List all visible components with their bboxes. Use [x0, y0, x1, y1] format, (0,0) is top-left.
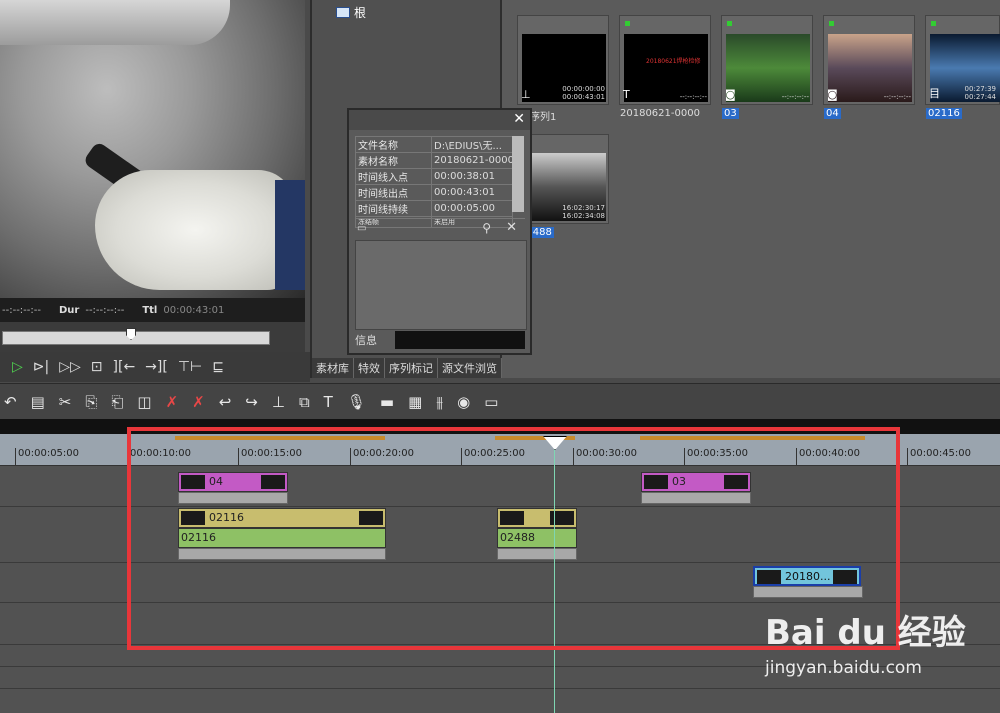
clip-tc: 00:00:00:00 00:00:43:01	[562, 85, 605, 101]
timecode-bar: --:--:--:-- Dur --:--:--:-- Ttl 00:00:43…	[0, 298, 305, 322]
add-marker-icon[interactable]: ⊥	[272, 393, 285, 411]
camera-icon: ◙	[827, 88, 838, 101]
info-footer-bar	[395, 331, 525, 349]
clip-thumb	[726, 34, 810, 102]
fast-forward-icon[interactable]: ▷▷	[59, 359, 81, 375]
clip-thumb: 20180621焊枪检修	[624, 34, 708, 102]
info-row: 时间线出点 00:00:43:01	[355, 184, 513, 201]
bin-clip-title[interactable]: 20180621焊枪检修 T --:--:--:--	[619, 15, 711, 105]
bin-clip-name: 序列1	[530, 112, 557, 123]
sequence-icon: ⊥	[521, 88, 531, 101]
clip-tc: --:--:--:--	[781, 93, 809, 101]
clip-tc: --:--:--:--	[679, 93, 707, 101]
preview-monitor	[0, 0, 305, 298]
ruler-label: 00:00:45:00	[910, 448, 972, 459]
scrub-bar[interactable]	[0, 322, 305, 352]
color-icon[interactable]: ◉	[457, 393, 470, 411]
track-icon[interactable]: ▬	[380, 393, 394, 411]
ttl-value: 00:00:43:01	[163, 304, 225, 316]
status-dot	[931, 21, 936, 26]
set-in-icon[interactable]: ][←	[113, 359, 136, 375]
close-icon[interactable]: ✕	[513, 111, 525, 127]
film-icon: 目	[929, 87, 940, 100]
transport-controls: ▷ ⊳| ▷▷ ⊡ ][← →][ ⊤⊢ ⊑	[0, 352, 310, 382]
paste-icon[interactable]: ⎗	[111, 393, 123, 411]
replace-icon[interactable]: ◫	[137, 393, 151, 411]
info-dialog: ✕ 文件名称 D:\EDIUS\无... 素材名称 20180621-0000 时间…	[347, 108, 532, 355]
info-toolbar: ▭ ⚲ ✕	[355, 218, 525, 240]
delete-icon[interactable]: ✕	[506, 220, 517, 235]
info-row: 素材名称 20180621-0000	[355, 152, 513, 169]
clip-tc: --:--:--:--	[883, 93, 911, 101]
play-icon[interactable]: ▷	[12, 359, 23, 375]
timeline-toolbar: ↶ ▤ ✂ ⎘ ⎗ ◫ ✗ ✗ ↩ ↪ ⊥ ⧉ T 🎙 ▬ ▦ ⫵ ◉ ▭	[0, 383, 1000, 419]
tree-root[interactable]: 根	[336, 4, 366, 21]
clip-thumb	[828, 34, 912, 102]
bin-clip-03[interactable]: ◙ --:--:--:--	[721, 15, 813, 105]
tab-bin[interactable]: 素材库	[312, 358, 354, 378]
text-tool-icon[interactable]: T	[324, 393, 333, 411]
title-icon: T	[623, 88, 630, 101]
ripple-delete-icon[interactable]: ✗	[192, 393, 205, 411]
camera-icon: ◙	[725, 88, 736, 101]
status-dot	[829, 21, 834, 26]
film-strip-icon: ▭	[357, 223, 367, 234]
loop-icon[interactable]: ⊡	[91, 359, 103, 375]
info-row: 时间线持续 00:00:05:00	[355, 200, 513, 217]
status-dot	[625, 21, 630, 26]
watermark-url: jingyan.baidu.com	[765, 658, 922, 678]
ttl-label: Ttl	[142, 304, 158, 316]
scrub-track[interactable]	[2, 331, 270, 345]
bin-clip-sequence[interactable]: ⊥ 00:00:00:00 00:00:43:01	[517, 15, 609, 105]
preview-dashboard	[0, 0, 230, 45]
transition-icon[interactable]: ⧉	[299, 393, 310, 411]
tree-root-label: 根	[354, 6, 367, 20]
dur-label: Dur	[58, 304, 80, 316]
bin-clip-name: 20180621-0000	[620, 108, 700, 119]
preview-blue	[275, 180, 305, 290]
insert-icon[interactable]: ⊤⊢	[178, 359, 202, 375]
undo-edit-icon[interactable]: ↩	[219, 393, 232, 411]
redo-edit-icon[interactable]: ↪	[245, 393, 258, 411]
clip-tc: 16:02:30:17 16:02:34:08	[562, 204, 605, 220]
bin-clip-name: 02116	[926, 108, 962, 119]
ruler-label: 00:00:05:00	[18, 448, 80, 459]
copy-icon[interactable]: ⎘	[85, 393, 97, 411]
bin-tabs: 素材库 特效 序列标记 源文件浏览	[312, 358, 502, 378]
tab-source-browser[interactable]: 源文件浏览	[438, 358, 502, 378]
undo-icon[interactable]: ↶	[4, 393, 17, 411]
bin-clip-name: 04	[824, 108, 841, 119]
info-row: 文件名称 D:\EDIUS\无...	[355, 136, 513, 153]
tab-effects[interactable]: 特效	[354, 358, 385, 378]
cut-icon[interactable]: ✂	[59, 393, 72, 411]
bin-clip-04[interactable]: ◙ --:--:--:--	[823, 15, 915, 105]
watermark-brand: Bai du 经验	[765, 613, 966, 653]
status-dot	[727, 21, 732, 26]
folder-icon	[336, 7, 350, 18]
dur-value: --:--:--:--	[85, 304, 125, 316]
bin-clip-name: 03	[722, 108, 739, 119]
step-forward-icon[interactable]: ⊳|	[33, 359, 49, 375]
watermark: Bai du 经验 jingyan.baidu.com	[765, 605, 1000, 705]
overwrite-icon[interactable]: ⊑	[212, 359, 224, 375]
tc-in: --:--:--:--	[2, 304, 41, 316]
link-icon[interactable]: ⚲	[482, 221, 491, 235]
info-footer-label: 信息	[355, 334, 377, 347]
save-icon[interactable]: ▤	[31, 393, 45, 411]
window-icon[interactable]: ▭	[484, 393, 498, 411]
tab-markers[interactable]: 序列标记	[385, 358, 438, 378]
preview-glove	[95, 170, 295, 290]
info-panel	[355, 240, 527, 330]
info-scrollbar[interactable]	[512, 136, 524, 212]
grid-icon[interactable]: ▦	[408, 393, 422, 411]
clip-tc: 00:27:39 00:27:44	[964, 85, 996, 101]
mic-icon[interactable]: 🎙	[347, 393, 366, 411]
bin-clip-02116[interactable]: 目 00:27:39 00:27:44	[925, 15, 1000, 105]
info-header: ✕	[349, 110, 530, 130]
mixer-icon[interactable]: ⫵	[436, 393, 443, 411]
set-out-icon[interactable]: →][	[145, 359, 168, 375]
delete-gap-icon[interactable]: ✗	[166, 393, 179, 411]
info-row: 时间线入点 00:00:38:01	[355, 168, 513, 185]
info-table: 文件名称 D:\EDIUS\无... 素材名称 20180621-0000 时间线入…	[355, 136, 513, 228]
